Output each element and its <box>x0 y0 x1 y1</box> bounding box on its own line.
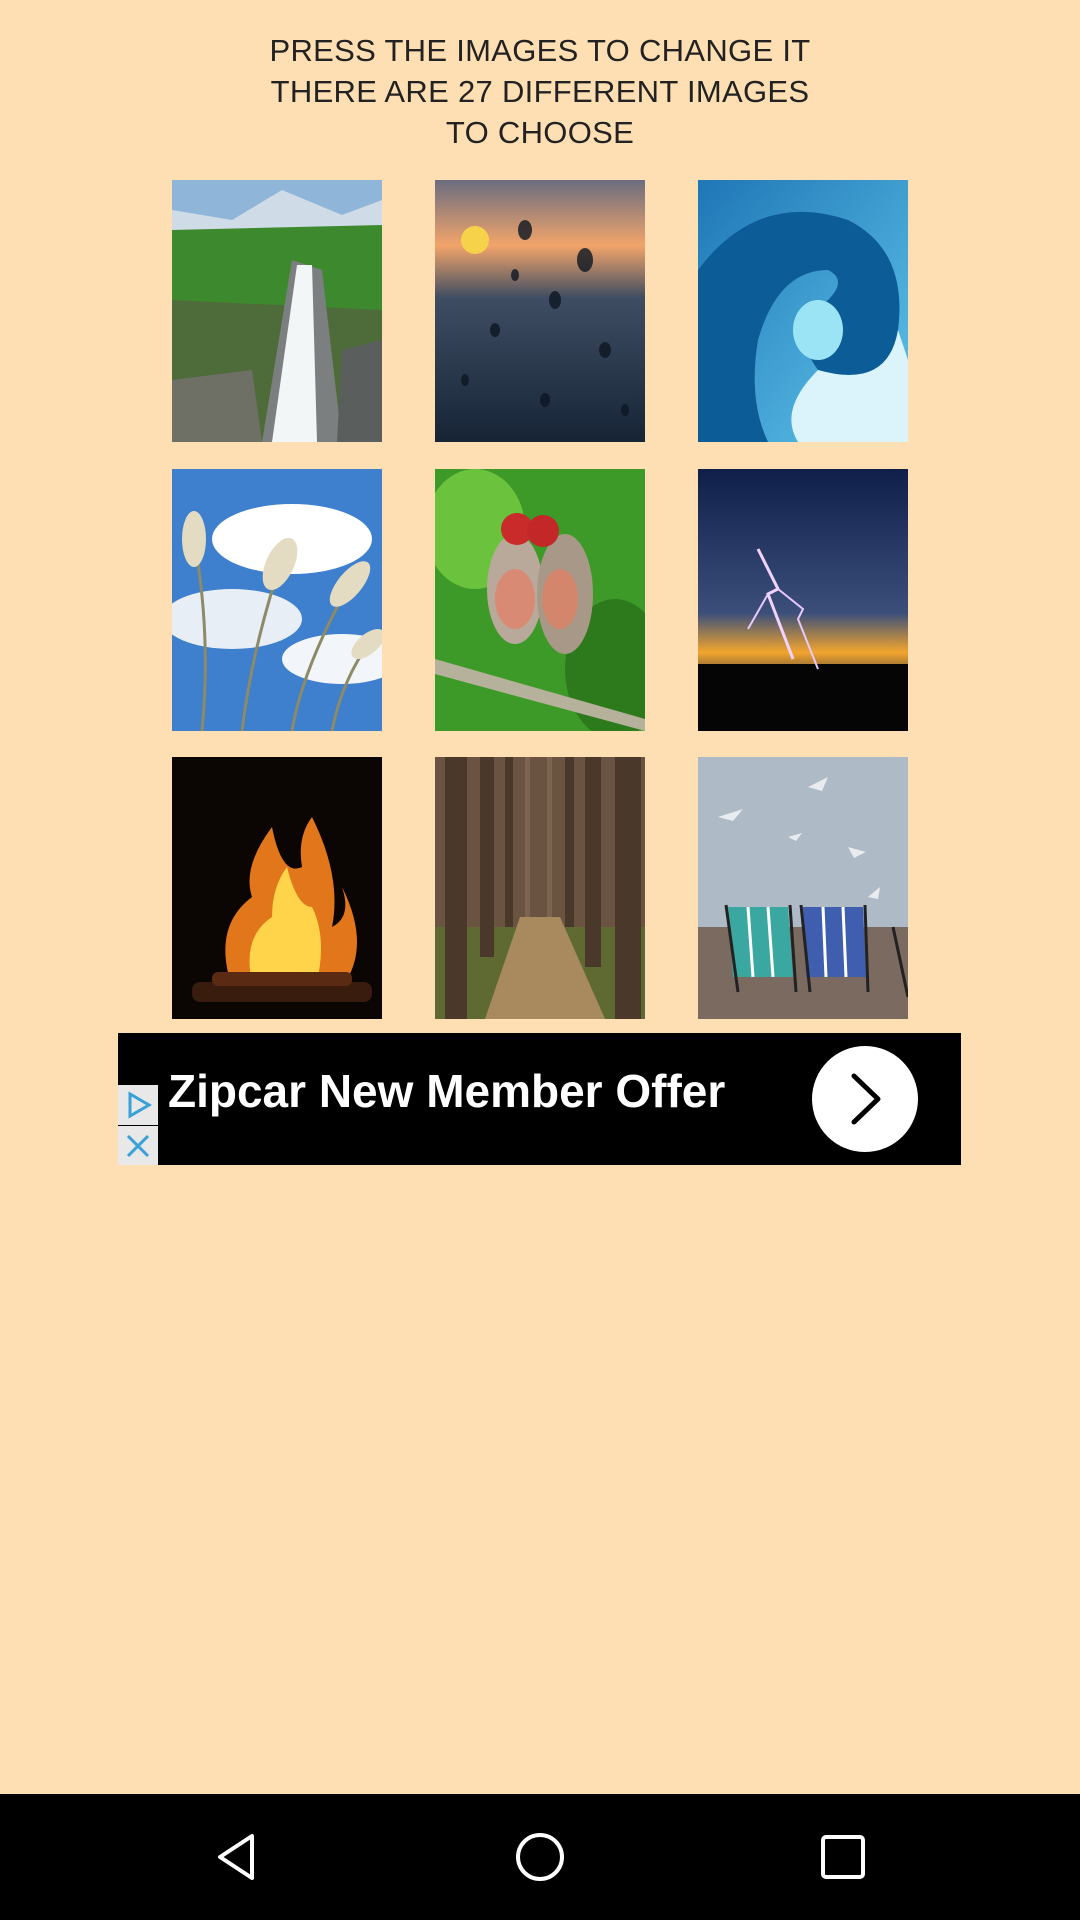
ad-headline[interactable]: Zipcar New Member Offer <box>168 1061 725 1121</box>
chevron-right-icon[interactable] <box>812 1046 918 1152</box>
ad-banner[interactable]: Zipcar New Member Offer <box>118 1033 961 1165</box>
close-icon[interactable] <box>118 1126 158 1165</box>
image-raindrops[interactable] <box>435 180 645 442</box>
adchoices-icon[interactable] <box>118 1085 158 1125</box>
instructions-header: PRESS THE IMAGES TO CHANGE IT THERE ARE … <box>0 30 1080 153</box>
instructions-line-2: THERE ARE 27 DIFFERENT IMAGES <box>270 74 810 109</box>
image-beach-chairs-seagulls[interactable] <box>698 757 908 1019</box>
image-campfire[interactable] <box>172 757 382 1019</box>
system-navigation-bar <box>0 1794 1080 1920</box>
instructions-line-1: PRESS THE IMAGES TO CHANGE IT <box>269 33 811 68</box>
instructions-line-3: TO CHOOSE <box>445 115 635 150</box>
image-lightning-storm[interactable] <box>698 469 908 731</box>
image-pampas-grass[interactable] <box>172 469 382 731</box>
image-ocean-wave[interactable] <box>698 180 908 442</box>
image-lovebirds[interactable] <box>435 469 645 731</box>
image-waterfall[interactable] <box>172 180 382 442</box>
recents-square-icon[interactable] <box>808 1822 878 1892</box>
home-circle-icon[interactable] <box>505 1822 575 1892</box>
image-forest-path[interactable] <box>435 757 645 1019</box>
back-triangle-icon[interactable] <box>202 1822 272 1892</box>
